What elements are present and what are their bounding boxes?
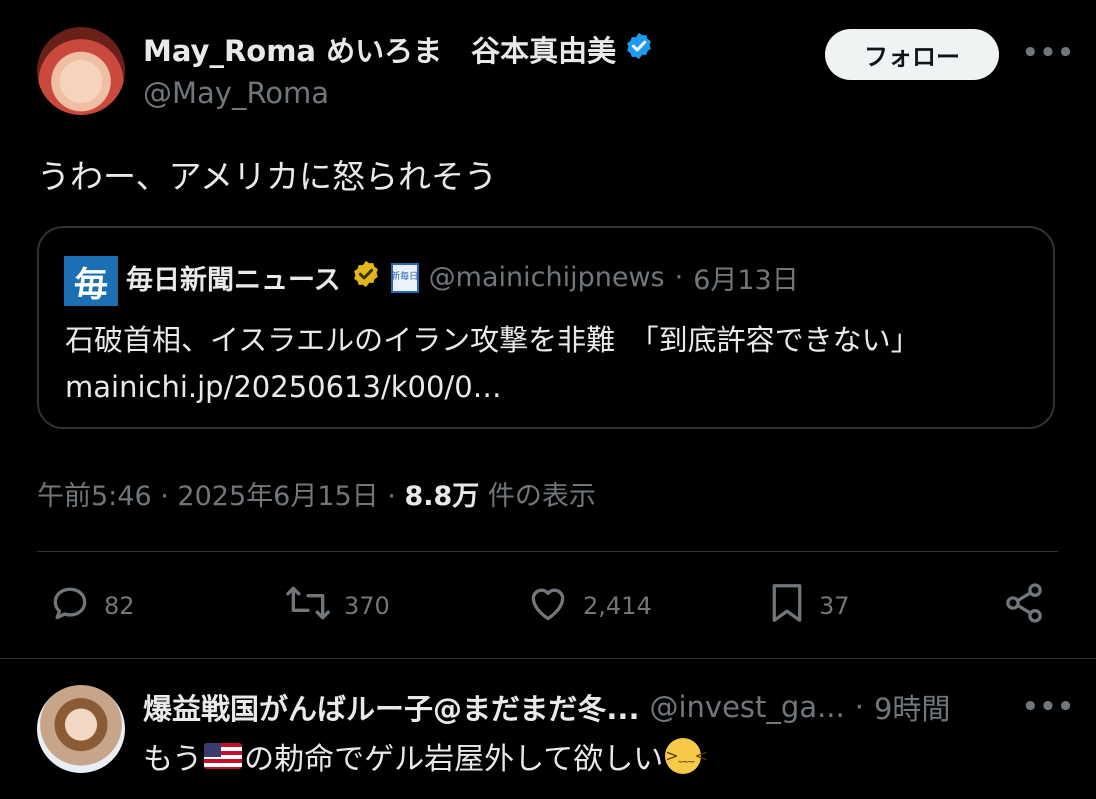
quote-header: 毎日新聞ニュース 新毎日 @mainichijpnews · 6月13日 xyxy=(126,258,799,297)
divider xyxy=(37,551,1058,552)
quote-date: 6月13日 xyxy=(693,265,799,296)
follow-button[interactable]: フォロー xyxy=(825,29,999,80)
retweet-icon xyxy=(284,581,332,631)
gold-verified-badge-icon xyxy=(351,259,381,296)
meta-separator: · xyxy=(160,481,169,512)
reply-text-before: もう xyxy=(143,742,203,777)
bookmark-count: 37 xyxy=(819,592,850,620)
bookmark-icon xyxy=(767,581,807,631)
reply-button[interactable]: 82 xyxy=(48,581,135,631)
meta-separator: · xyxy=(387,481,396,512)
reply-icon xyxy=(48,581,92,631)
tweet-text: うわー、アメリカに怒られそう xyxy=(37,157,498,196)
author-name-row[interactable]: May_Roma めいろま 谷本真由美 xyxy=(143,28,654,70)
reply-author-name[interactable]: 爆益戦国がんばルー子@まだまだ冬... xyxy=(143,686,639,728)
author-avatar[interactable] xyxy=(37,27,125,115)
reply-text-after: の勅命でゲル岩屋外して欲しい xyxy=(244,742,664,777)
weary-face-icon: >﹏< xyxy=(665,738,708,774)
reply-author-handle[interactable]: @invest_ga... xyxy=(649,690,844,724)
reply-time[interactable]: 9時間 xyxy=(874,686,950,728)
divider xyxy=(0,658,1096,659)
like-count: 2,414 xyxy=(583,592,652,620)
tweet-meta: 午前5:46 · 2025年6月15日 · 8.8万 件の表示 xyxy=(37,474,596,513)
reply-separator: · xyxy=(854,690,864,724)
reply-more-options-icon[interactable]: ••• xyxy=(1022,692,1075,722)
bookmark-button[interactable]: 37 xyxy=(767,581,850,631)
reply-count: 82 xyxy=(104,592,135,620)
retweet-count: 370 xyxy=(344,592,390,620)
us-flag-icon xyxy=(204,743,243,769)
tweet-date[interactable]: 2025年6月15日 xyxy=(177,481,378,512)
more-options-icon[interactable]: ••• xyxy=(1022,38,1075,68)
retweet-button[interactable]: 370 xyxy=(284,581,390,631)
quote-separator: · xyxy=(674,262,684,293)
author-handle[interactable]: @May_Roma xyxy=(143,76,329,110)
reply-header: 爆益戦国がんばルー子@まだまだ冬... @invest_ga... · 9時間 xyxy=(143,686,950,728)
verified-badge-icon xyxy=(624,31,654,68)
like-button[interactable]: 2,414 xyxy=(525,581,652,631)
affiliate-badge-icon: 新毎日 xyxy=(390,262,419,293)
heart-icon xyxy=(525,581,571,631)
quote-avatar[interactable]: 毎 xyxy=(64,256,118,306)
quote-handle: @mainichijpnews xyxy=(428,262,665,293)
share-icon xyxy=(1002,581,1046,631)
views-count[interactable]: 8.8万 xyxy=(404,481,479,512)
quote-author-name: 毎日新聞ニュース xyxy=(126,265,341,296)
share-button[interactable] xyxy=(1002,581,1046,631)
quote-text: 石破首相、イスラエルのイラン攻撃を非難 「到底許容できない」 mainichi.… xyxy=(65,323,920,404)
reply-text: もう の勅命でゲル岩屋外して欲しい >﹏< xyxy=(143,734,708,778)
reply-author-avatar[interactable] xyxy=(37,685,125,773)
author-display-name[interactable]: May_Roma めいろま 谷本真由美 xyxy=(143,28,616,70)
tweet-time[interactable]: 午前5:46 xyxy=(37,481,152,512)
views-label: 件の表示 xyxy=(487,481,596,512)
